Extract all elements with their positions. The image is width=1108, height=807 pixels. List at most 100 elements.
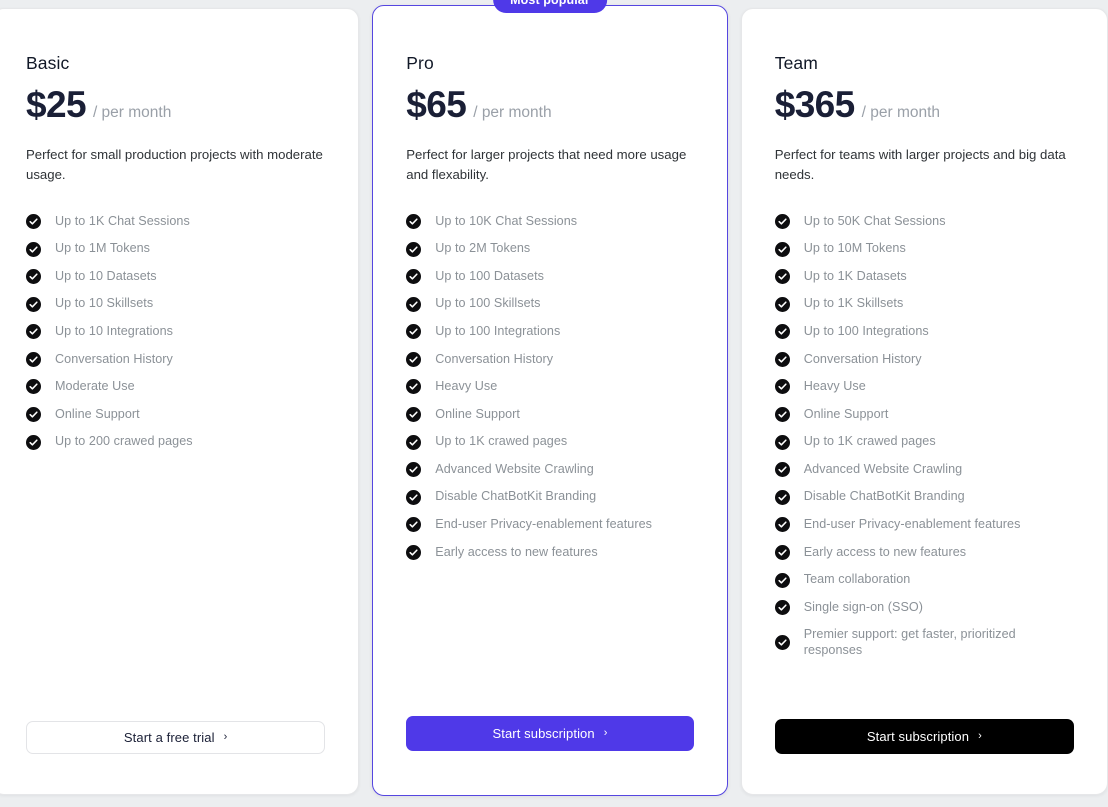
cta-label: Start subscription [866,729,970,744]
feature-label: End-user Privacy-enablement features [803,517,1021,532]
feature-item: Up to 1K crawed pages [406,434,693,451]
feature-label: Up to 100 Integrations [803,323,929,338]
check-circle-icon [774,269,790,285]
pricing-plans-grid: Basic $25 / per month Perfect for small … [0,0,1108,807]
check-circle-icon [406,489,422,505]
check-circle-icon [774,572,790,588]
feature-item: Up to 100 Datasets [406,268,693,285]
feature-item: Conversation History [406,351,693,368]
feature-label: Heavy Use [435,379,498,394]
plan-description: Perfect for larger projects that need mo… [406,147,687,183]
feature-list: Up to 50K Chat Sessions Up to 10M Tokens… [774,213,1074,669]
feature-label: Early access to new features [803,544,967,559]
plan-price-row: $25 / per month [26,86,325,123]
plan-price-amount: $365 [774,84,856,125]
feature-label: Up to 10M Tokens [803,241,906,256]
feature-item: Conversation History [774,351,1074,368]
feature-label: End-user Privacy-enablement features [435,517,652,532]
most-popular-badge: Most popular [493,0,607,13]
plan-price-amount: $65 [406,84,467,125]
feature-label: Advanced Website Crawling [435,461,594,476]
check-circle-icon [774,434,790,450]
feature-label: Early access to new features [435,544,598,559]
feature-item: Single sign-on (SSO) [774,599,1074,616]
check-circle-icon [774,600,790,616]
check-circle-icon [26,351,41,367]
check-circle-icon [406,434,422,450]
check-circle-icon [406,269,422,285]
feature-label: Up to 1M Tokens [55,241,151,256]
feature-label: Online Support [55,406,140,421]
feature-label: Up to 100 Datasets [435,268,544,283]
feature-label: Up to 10 Integrations [55,323,173,338]
feature-label: Premier support: get faster, prioritized… [803,626,1016,657]
check-circle-icon [406,379,422,395]
feature-item: Online Support [406,406,693,423]
feature-label: Advanced Website Crawling [803,461,963,476]
plan-price-period: / per month [861,104,941,121]
feature-label: Up to 50K Chat Sessions [803,213,946,228]
feature-item: Up to 1K Chat Sessions [26,213,325,230]
feature-label: Up to 10 Datasets [55,268,157,283]
feature-label: Up to 100 Integrations [435,323,561,338]
check-circle-icon [406,351,422,367]
chevron-right-icon: › [978,730,982,742]
check-circle-icon [26,269,41,285]
plan-price-row: $365 / per month [775,86,1074,123]
feature-item: Disable ChatBotKit Branding [774,489,1074,506]
check-circle-icon [26,407,41,423]
check-circle-icon [26,434,41,450]
feature-item: Moderate Use [26,378,325,395]
plan-price-row: $65 / per month [406,86,693,123]
plan-price-period: / per month [92,104,172,121]
feature-label: Up to 1K Chat Sessions [55,213,190,228]
check-circle-icon [26,379,41,395]
check-circle-icon [774,489,790,505]
feature-item: Online Support [774,406,1074,423]
start-subscription-button-team[interactable]: Start subscription › [774,719,1074,754]
check-circle-icon [406,296,422,312]
feature-item: Up to 10K Chat Sessions [406,213,693,230]
feature-item: Advanced Website Crawling [774,461,1074,478]
plan-name: Pro [406,53,434,73]
feature-item: Early access to new features [774,544,1074,561]
feature-item: Up to 10M Tokens [774,241,1074,258]
feature-item: Up to 100 Integrations [406,323,693,340]
feature-item: Disable ChatBotKit Branding [406,489,693,506]
feature-item: Up to 50K Chat Sessions [774,213,1074,230]
feature-item: Premier support: get faster, prioritized… [774,626,1074,658]
check-circle-icon [774,635,790,651]
feature-label: Up to 1K Skillsets [803,296,904,311]
check-circle-icon [406,407,422,423]
check-circle-icon [774,407,790,423]
start-free-trial-button[interactable]: Start a free trial › [26,721,326,754]
feature-label: Team collaboration [803,572,911,587]
cta-container: Start subscription › [774,719,1074,794]
check-circle-icon [774,213,790,229]
feature-label: Moderate Use [55,379,135,394]
feature-item: Advanced Website Crawling [406,461,693,478]
plan-name: Basic [26,53,70,73]
check-circle-icon [26,324,41,340]
start-subscription-button-pro[interactable]: Start subscription › [406,716,694,751]
feature-label: Up to 100 Skillsets [435,296,541,311]
check-circle-icon [406,462,422,478]
feature-item: Up to 2M Tokens [406,241,693,258]
feature-item: Conversation History [26,351,325,368]
chevron-right-icon: › [223,731,228,743]
pricing-card-pro: Most popular Pro $65 / per month Perfect… [372,0,728,796]
feature-label: Up to 200 crawed pages [55,434,193,449]
check-circle-icon [26,296,41,312]
check-circle-icon [774,351,790,367]
feature-item: Up to 1K Datasets [774,268,1074,285]
feature-list: Up to 10K Chat Sessions Up to 2M Tokens … [406,213,693,572]
plan-name: Team [774,53,818,73]
check-circle-icon [774,241,790,257]
feature-label: Online Support [435,406,520,421]
plan-description: Perfect for small production projects wi… [26,147,323,183]
pricing-card-team: Team $365 / per month Perfect for teams … [740,8,1108,795]
cta-label: Start subscription [492,726,595,741]
feature-item: Online Support [26,406,325,423]
plan-price-period: / per month [473,104,552,121]
check-circle-icon [406,241,422,257]
